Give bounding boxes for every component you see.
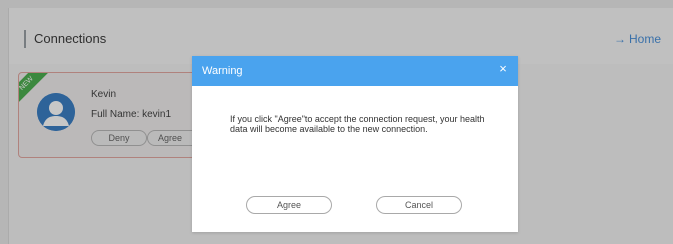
dialog-title: Warning [202,65,243,77]
dialog-message: If you click "Agree"to accept the connec… [230,114,485,134]
close-icon[interactable]: × [496,62,510,76]
warning-dialog: Warning × If you click "Agree"to accept … [192,56,518,232]
connections-page: Connections → Home NEW Kevin Full Name: … [0,0,673,244]
agree-button[interactable]: Agree [246,196,332,214]
dialog-header: Warning × [192,56,518,86]
cancel-button[interactable]: Cancel [376,196,462,214]
